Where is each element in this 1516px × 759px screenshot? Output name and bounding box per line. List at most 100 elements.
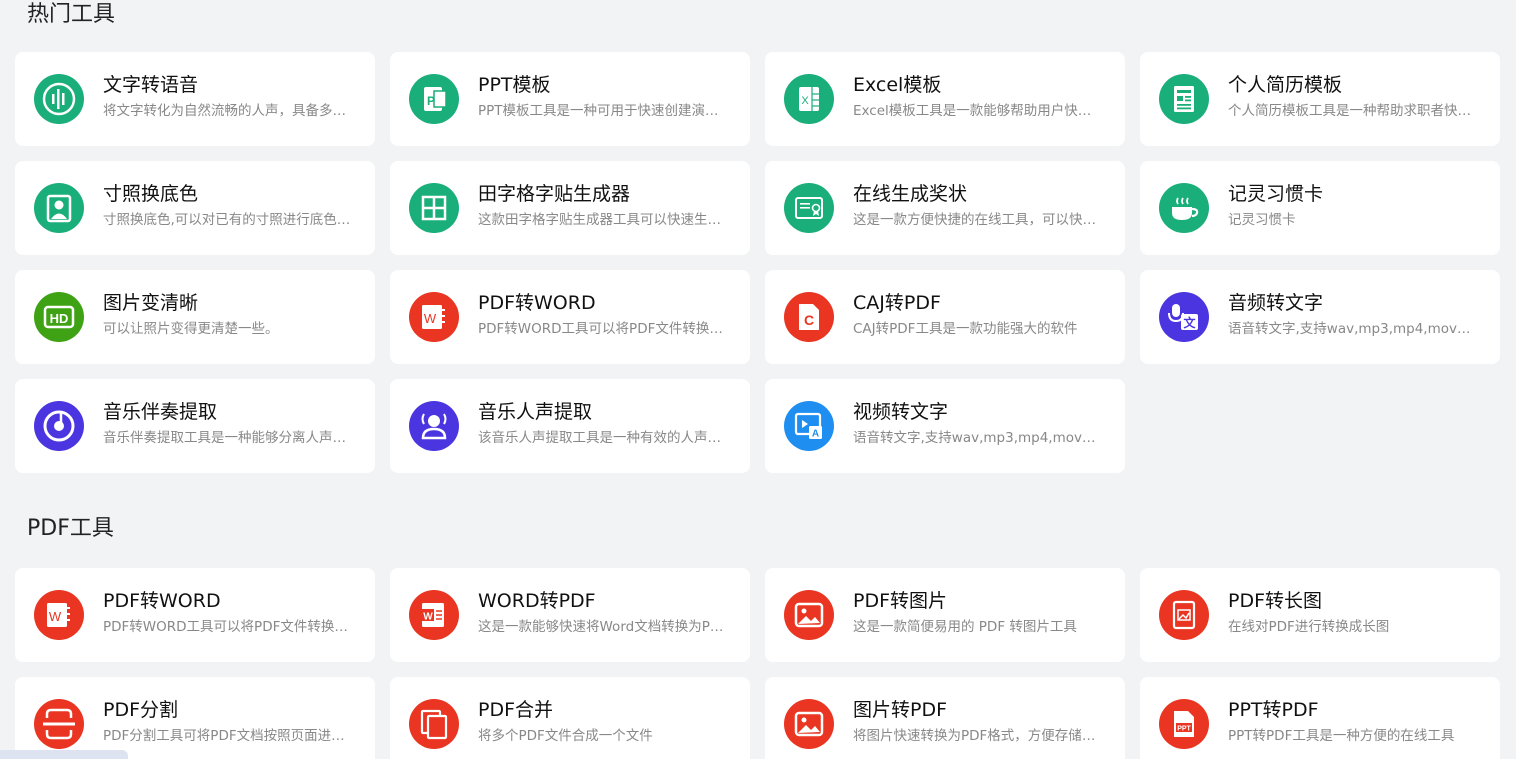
certificate-icon: [784, 183, 834, 233]
video-text-icon: A: [784, 401, 834, 451]
pdf-tools-grid: W PDF转WORD PDF转WORD工具可以将PDF文件转换为Word文档 W WOR…: [15, 568, 1500, 759]
excel-icon: X: [784, 74, 834, 124]
tool-title: WORD转PDF: [478, 590, 596, 612]
grid-icon: [409, 183, 459, 233]
svg-text:W: W: [424, 311, 437, 326]
tool-card[interactable]: 记灵习惯卡 记灵习惯卡: [1140, 161, 1500, 255]
tool-title: Excel模板: [853, 74, 942, 96]
tool-description: 这是一款简便易用的 PDF 转图片工具: [853, 619, 1077, 635]
tool-description: 将图片快速转换为PDF格式，方便存储和分享: [853, 728, 1101, 744]
section-title-pdf: PDF工具: [27, 516, 114, 541]
section-title-popular: 热门工具: [27, 2, 116, 27]
tool-card[interactable]: 田字格字贴生成器这款田字格字贴生成器工具可以快速生成字帖: [390, 161, 750, 255]
music-disc-icon: [34, 401, 84, 451]
popular-tools-grid: 文字转语音将文字转化为自然流畅的人声，具备多种声音风格 P PPT模板 PPT模板工具…: [15, 52, 1500, 473]
tool-description: PDF转WORD工具可以将PDF文件转换为Word文档: [478, 321, 726, 337]
tool-description: 该音乐人声提取工具是一种有效的人声分离工具: [478, 430, 726, 446]
tool-description: 在线对PDF进行转换成长图: [1228, 619, 1390, 635]
long-image-icon: [1159, 590, 1209, 640]
ppt-file-icon: PPT: [1159, 699, 1209, 749]
hd-icon: HD: [34, 292, 84, 342]
tool-description: 可以让照片变得更清楚一些。: [103, 321, 279, 337]
portrait-icon: [34, 183, 84, 233]
tool-title: PDF转WORD: [478, 292, 596, 314]
tool-card[interactable]: PDF合并将多个PDF文件合成一个文件: [390, 677, 750, 759]
audio-text-icon: 文: [1159, 292, 1209, 342]
tool-card[interactable]: P PPT模板 PPT模板工具是一种可用于快速创建演示文稿的工具: [390, 52, 750, 146]
tool-title: 在线生成奖状: [853, 183, 968, 205]
svg-text:PPT: PPT: [1177, 726, 1191, 733]
tool-description: 语音转文字,支持wav,mp3,mp4,mov等格式: [853, 430, 1101, 446]
tool-card[interactable]: 音乐人声提取该音乐人声提取工具是一种有效的人声分离工具: [390, 379, 750, 473]
tool-title: PDF合并: [478, 699, 554, 721]
svg-text:W: W: [423, 612, 433, 623]
tool-card[interactable]: W PDF转WORD PDF转WORD工具可以将PDF文件转换为Word文档: [15, 568, 375, 662]
tool-card[interactable]: 图片转PDF 将图片快速转换为PDF格式，方便存储和分享: [765, 677, 1125, 759]
tools-page: 热门工具 文字转语音将文字转化为自然流畅的人声，具备多种声音风格 P PPT模板 PP…: [0, 0, 1516, 759]
tool-card[interactable]: 在线生成奖状这是一款方便快捷的在线工具，可以快速生成奖状: [765, 161, 1125, 255]
tool-card[interactable]: PDF转长图在线对PDF进行转换成长图: [1140, 568, 1500, 662]
tool-card[interactable]: HD 图片变清晰 可以让照片变得更清楚一些。: [15, 270, 375, 364]
tool-title: PPT转PDF: [1228, 699, 1319, 721]
tool-title: 图片转PDF: [853, 699, 948, 721]
tool-description: 个人简历模板工具是一种帮助求职者快速制作简历的工具: [1228, 103, 1476, 119]
singer-icon: [409, 401, 459, 451]
tool-card[interactable]: PPT PPT转PDF PPT转PDF工具是一种方便的在线工具: [1140, 677, 1500, 759]
tool-description: 寸照换底色,可以对已有的寸照进行底色更换: [103, 212, 351, 228]
tool-title: PDF分割: [103, 699, 179, 721]
tool-card[interactable]: W WORD转PDF 这是一款能够快速将Word文档转换为PDF的工具: [390, 568, 750, 662]
tool-title: PDF转图片: [853, 590, 948, 612]
tool-description: 这款田字格字贴生成器工具可以快速生成字帖: [478, 212, 726, 228]
tool-title: PPT模板: [478, 74, 551, 96]
tool-description: PPT转PDF工具是一种方便的在线工具: [1228, 728, 1455, 744]
tool-description: 将文字转化为自然流畅的人声，具备多种声音风格: [103, 103, 351, 119]
tool-card[interactable]: X Excel模板 Excel模板工具是一款能够帮助用户快速创建表格的工具: [765, 52, 1125, 146]
tool-card[interactable]: PDF分割 PDF分割工具可将PDF文档按照页面进行拆分: [15, 677, 375, 759]
tool-description: PPT模板工具是一种可用于快速创建演示文稿的工具: [478, 103, 726, 119]
ppt-icon: P: [409, 74, 459, 124]
svg-text:W: W: [49, 609, 62, 624]
bottom-tab[interactable]: [0, 750, 128, 759]
svg-text:X: X: [801, 95, 809, 107]
word-doc-icon: W: [409, 292, 459, 342]
tool-title: 视频转文字: [853, 401, 949, 423]
tool-description: PDF转WORD工具可以将PDF文件转换为Word文档: [103, 619, 351, 635]
tool-description: 将多个PDF文件合成一个文件: [478, 728, 653, 744]
tool-description: 音乐伴奏提取工具是一种能够分离人声和伴奏的工具: [103, 430, 351, 446]
image-icon: [784, 699, 834, 749]
tool-description: 语音转文字,支持wav,mp3,mp4,mov等格式: [1228, 321, 1476, 337]
tool-card[interactable]: 寸照换底色寸照换底色,可以对已有的寸照进行底色更换: [15, 161, 375, 255]
coffee-cup-icon: [1159, 183, 1209, 233]
tool-card[interactable]: A 视频转文字语音转文字,支持wav,mp3,mp4,mov等格式: [765, 379, 1125, 473]
svg-text:文: 文: [1183, 315, 1196, 330]
tool-title: 个人简历模板: [1228, 74, 1343, 96]
word-file-icon: W: [409, 590, 459, 640]
tool-card[interactable]: 文字转语音将文字转化为自然流畅的人声，具备多种声音风格: [15, 52, 375, 146]
tool-description: PDF分割工具可将PDF文档按照页面进行拆分: [103, 728, 351, 744]
voice-wave-icon: [34, 74, 84, 124]
tool-card[interactable]: 音乐伴奏提取音乐伴奏提取工具是一种能够分离人声和伴奏的工具: [15, 379, 375, 473]
tool-card[interactable]: PDF转图片这是一款简便易用的 PDF 转图片工具: [765, 568, 1125, 662]
tool-title: PDF转WORD: [103, 590, 221, 612]
tool-title: PDF转长图: [1228, 590, 1323, 612]
svg-text:HD: HD: [50, 311, 69, 326]
tool-title: CAJ转PDF: [853, 292, 941, 314]
tool-title: 音乐人声提取: [478, 401, 593, 423]
resume-icon: [1159, 74, 1209, 124]
tool-title: 文字转语音: [103, 74, 199, 96]
svg-text:P: P: [427, 94, 435, 108]
tool-title: 音频转文字: [1228, 292, 1324, 314]
tool-description: CAJ转PDF工具是一款功能强大的软件: [853, 321, 1078, 337]
tool-title: 音乐伴奏提取: [103, 401, 218, 423]
split-icon: [34, 699, 84, 749]
tool-card[interactable]: 个人简历模板个人简历模板工具是一种帮助求职者快速制作简历的工具: [1140, 52, 1500, 146]
word-doc-icon: W: [34, 590, 84, 640]
svg-text:A: A: [812, 429, 819, 440]
tool-title: 寸照换底色: [103, 183, 199, 205]
tool-card[interactable]: 文 音频转文字语音转文字,支持wav,mp3,mp4,mov等格式: [1140, 270, 1500, 364]
tool-card[interactable]: C CAJ转PDF CAJ转PDF工具是一款功能强大的软件: [765, 270, 1125, 364]
tool-card[interactable]: W PDF转WORD PDF转WORD工具可以将PDF文件转换为Word文档: [390, 270, 750, 364]
tool-title: 田字格字贴生成器: [478, 183, 631, 205]
tool-description: 记灵习惯卡: [1228, 212, 1296, 228]
svg-text:C: C: [804, 312, 814, 328]
